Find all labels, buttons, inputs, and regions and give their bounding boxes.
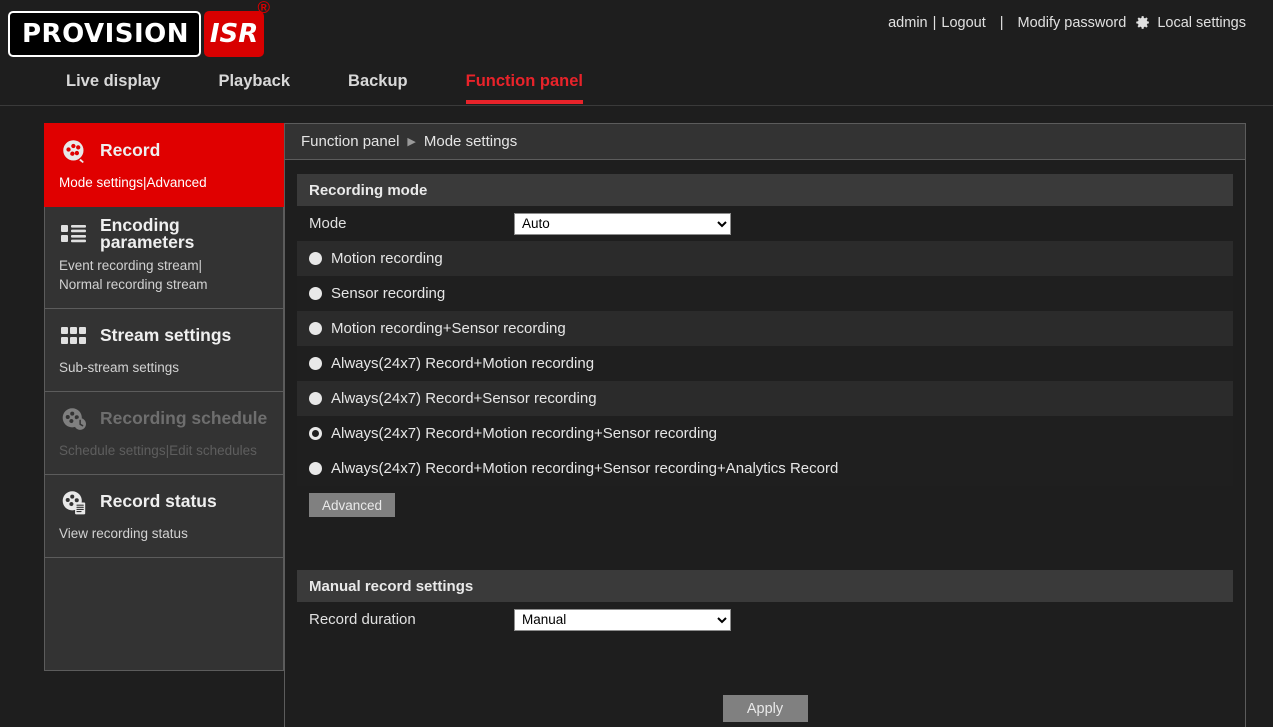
advanced-button-wrap: Advanced — [297, 486, 1233, 517]
radio-label-motion-plus-sensor[interactable]: Motion recording+Sensor recording — [331, 320, 566, 337]
registered-trademark-icon: ® — [257, 0, 271, 17]
recording-option-row[interactable]: Sensor recording — [297, 276, 1233, 311]
sidebar-item-record-status[interactable]: Record status View recording status — [44, 475, 284, 558]
logout-link[interactable]: Logout — [941, 15, 985, 31]
sidebar-item-encoding-parameters-head: Encoding parameters — [59, 214, 269, 252]
sidebar-item-recording-schedule-title: Recording schedule — [100, 408, 268, 429]
logo-isr-text: ISR — [209, 19, 259, 49]
recording-mode-section-title: Recording mode — [297, 174, 1233, 206]
sidebar-item-record-sub[interactable]: Mode settings|Advanced — [59, 173, 269, 192]
film-reel-clock-icon — [59, 404, 89, 434]
sidebar-item-encoding-parameters[interactable]: Encoding parameters Event recording stre… — [44, 207, 284, 309]
local-settings-link[interactable]: Local settings — [1157, 15, 1246, 31]
modify-password-link[interactable]: Modify password — [1018, 15, 1127, 31]
nav-tab-function-panel[interactable]: Function panel — [465, 70, 583, 104]
sidebar-item-recording-schedule-head: Recording schedule — [59, 404, 269, 434]
radio-label-always-plus-motion[interactable]: Always(24x7) Record+Motion recording — [331, 355, 594, 372]
manual-record-section-title: Manual record settings — [297, 570, 1233, 602]
film-reel-document-icon — [59, 487, 89, 517]
radio-label-always-plus-motion-plus-sensor[interactable]: Always(24x7) Record+Motion recording+Sen… — [331, 425, 717, 442]
recording-option-row[interactable]: Motion recording — [297, 241, 1233, 276]
sidebar-item-record[interactable]: Record Mode settings|Advanced — [44, 123, 284, 207]
header-user-bar: admin | Logout | Modify password Local s… — [888, 14, 1246, 31]
page-body: Record Mode settings|Advanced Encoding p… — [0, 106, 1273, 727]
logo-provision-text: PROVISION — [22, 19, 190, 49]
breadcrumb: Function panel ▶ Mode settings — [285, 124, 1245, 160]
recording-mode-section: Recording mode Mode AutoManual Motion re… — [285, 160, 1245, 570]
sidebar-item-encoding-parameters-sub-line2[interactable]: Normal recording stream — [59, 275, 269, 294]
main-navigation: Live display Playback Backup Function pa… — [0, 70, 1273, 106]
apply-button-wrap: Apply — [285, 695, 1245, 722]
page-header: PROVISION ISR ® admin | Logout | Modify … — [0, 0, 1273, 70]
radio-always-plus-motion[interactable] — [309, 357, 322, 370]
nav-tab-playback[interactable]: Playback — [218, 70, 290, 104]
sidebar-item-stream-settings[interactable]: Stream settings Sub-stream settings — [44, 309, 284, 392]
sidebar-item-record-status-title: Record status — [100, 491, 217, 512]
sidebar-empty-panel — [44, 558, 284, 671]
sidebar-item-record-title: Record — [100, 140, 161, 161]
chevron-right-icon: ▶ — [407, 136, 416, 148]
breadcrumb-current: Mode settings — [423, 133, 518, 150]
sidebar-item-recording-schedule-sub[interactable]: Schedule settings|Edit schedules — [59, 441, 269, 460]
gear-icon[interactable] — [1134, 14, 1151, 31]
content-panel: Function panel ▶ Mode settings Recording… — [284, 123, 1246, 727]
film-reel-icon — [59, 136, 89, 166]
record-duration-label: Record duration — [309, 611, 416, 628]
record-duration-select[interactable]: Manual1 Minute5 Minutes10 Minutes30 Minu… — [514, 608, 731, 631]
radio-label-always-plus-sensor[interactable]: Always(24x7) Record+Sensor recording — [331, 390, 597, 407]
radio-label-always-plus-motion-plus-sensor-plus-analytics[interactable]: Always(24x7) Record+Motion recording+Sen… — [331, 460, 838, 477]
sidebar-item-record-status-head: Record status — [59, 487, 269, 517]
recording-option-row[interactable]: Always(24x7) Record+Motion recording+Sen… — [297, 416, 1233, 451]
sidebar-item-stream-settings-sub[interactable]: Sub-stream settings — [59, 358, 269, 377]
radio-label-sensor-recording[interactable]: Sensor recording — [331, 285, 445, 302]
brand-logo[interactable]: PROVISION ISR ® — [8, 0, 270, 57]
section-spacer — [297, 517, 1233, 570]
recording-option-row[interactable]: Always(24x7) Record+Motion recording — [297, 346, 1233, 381]
radio-always-plus-motion-plus-sensor-plus-analytics[interactable] — [309, 462, 322, 475]
radio-always-plus-sensor[interactable] — [309, 392, 322, 405]
header-divider-1: | — [932, 14, 937, 31]
nav-tab-backup[interactable]: Backup — [348, 70, 408, 104]
sidebar-item-record-status-sub[interactable]: View recording status — [59, 524, 269, 543]
mode-label: Mode — [309, 215, 347, 232]
advanced-button[interactable]: Advanced — [309, 493, 396, 517]
recording-option-row[interactable]: Always(24x7) Record+Motion recording+Sen… — [297, 451, 1233, 486]
radio-always-plus-motion-plus-sensor[interactable] — [309, 427, 322, 440]
nav-tab-live-display[interactable]: Live display — [66, 70, 160, 104]
sidebar-item-recording-schedule[interactable]: Recording schedule Schedule settings|Edi… — [44, 392, 284, 475]
recording-option-row[interactable]: Motion recording+Sensor recording — [297, 311, 1233, 346]
sidebar-item-encoding-parameters-sub-line1[interactable]: Event recording stream| — [59, 256, 269, 275]
sidebar-item-stream-settings-head: Stream settings — [59, 321, 269, 351]
radio-motion-plus-sensor[interactable] — [309, 322, 322, 335]
sidebar-item-stream-settings-title: Stream settings — [100, 325, 232, 346]
record-duration-field-row: Record duration Manual1 Minute5 Minutes1… — [297, 602, 1233, 637]
sidebar-item-encoding-parameters-title: Encoding parameters — [100, 214, 195, 252]
recording-option-row[interactable]: Always(24x7) Record+Sensor recording — [297, 381, 1233, 416]
sidebar: Record Mode settings|Advanced Encoding p… — [44, 123, 284, 671]
radio-sensor-recording[interactable] — [309, 287, 322, 300]
radio-motion-recording[interactable] — [309, 252, 322, 265]
mode-field-row: Mode AutoManual — [297, 206, 1233, 241]
header-divider-2: | — [999, 14, 1004, 31]
radio-label-motion-recording[interactable]: Motion recording — [331, 250, 443, 267]
current-user-label: admin — [888, 14, 928, 31]
grid-icon — [59, 321, 89, 351]
breadcrumb-root[interactable]: Function panel — [301, 133, 399, 150]
manual-record-section: Manual record settings Record duration M… — [285, 570, 1245, 637]
logo-provision-block: PROVISION — [8, 11, 202, 57]
apply-button[interactable]: Apply — [722, 695, 808, 722]
sidebar-item-record-head: Record — [59, 136, 269, 166]
list-icon — [59, 219, 89, 249]
logo-isr-block: ISR ® — [204, 0, 270, 57]
mode-select[interactable]: AutoManual — [514, 212, 731, 235]
